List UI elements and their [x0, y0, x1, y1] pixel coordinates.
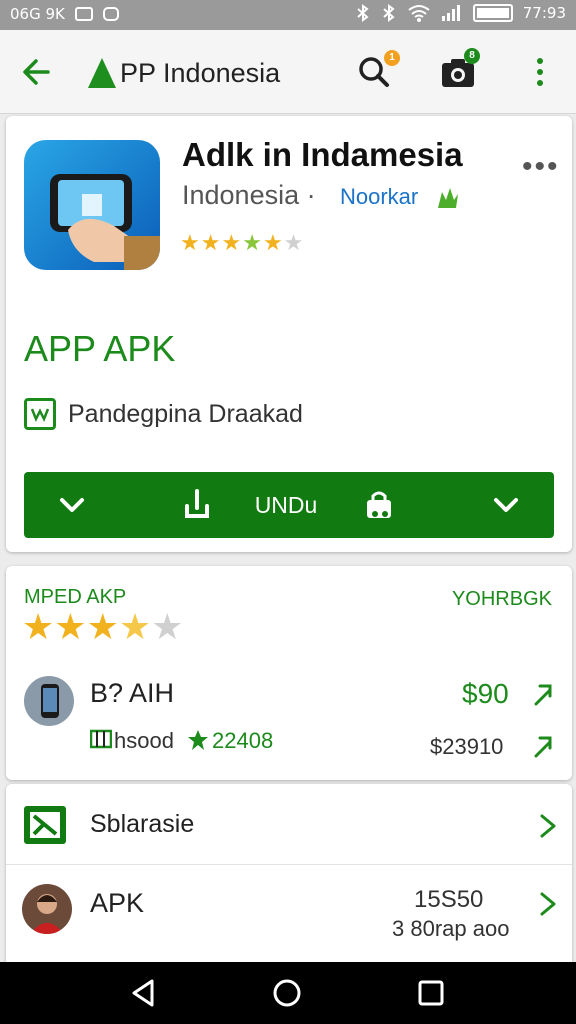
review-item-title: B? AIH — [90, 678, 175, 708]
system-nav-bar — [0, 962, 576, 1024]
back-button[interactable] — [18, 52, 58, 92]
nav-back-icon[interactable] — [126, 976, 160, 1010]
vibrate-icon — [383, 4, 395, 22]
developer-link[interactable]: Noorkar — [340, 184, 418, 210]
reviews-stars: ★★★★★ — [22, 606, 183, 648]
star-empty-icon: ★ — [151, 606, 184, 647]
grid-icon — [90, 729, 112, 749]
review-item-sub-mid: 22408 — [212, 728, 274, 753]
star-icon: ★ — [262, 230, 284, 255]
avatar — [24, 676, 74, 726]
download-button[interactable] — [172, 472, 222, 538]
chevron-down-icon — [494, 498, 518, 512]
expand-right-button[interactable] — [476, 472, 536, 538]
action-label-button[interactable]: UNDu — [242, 472, 330, 538]
star-icon: ★ — [200, 230, 222, 255]
app-rating-stars: ★★★★★★ — [180, 230, 304, 256]
list-item-title: Sblarasie — [90, 810, 195, 838]
chevron-right-icon[interactable] — [536, 890, 560, 918]
apk-heading: APP APK — [24, 328, 176, 369]
download-info-label: Pandegpina Draakad — [68, 400, 303, 428]
review-item-sub-price: $23910 — [430, 734, 504, 759]
editor-icon — [24, 806, 66, 844]
action-label: UNDu — [254, 491, 318, 518]
list-item-sub: 3 80rap aoo — [392, 916, 510, 941]
status-right: 77:93 — [355, 4, 566, 22]
chevron-right-icon[interactable] — [536, 812, 560, 840]
review-item-sub-left: hsood — [114, 728, 174, 753]
bluetooth-icon — [357, 4, 369, 22]
app-logo-icon — [88, 58, 116, 88]
app-subtitle: Indonesia · — [182, 180, 316, 210]
review-item-price: $90 — [462, 678, 509, 709]
star-icon: ★ — [180, 230, 201, 255]
bag-icon — [367, 491, 391, 518]
battery-icon — [472, 4, 513, 22]
status-time-right: 77:93 — [522, 4, 566, 22]
chevron-right-icon[interactable] — [532, 732, 556, 760]
list-item-title: APK — [90, 888, 145, 918]
package-icon — [24, 398, 56, 430]
star-icon: ★ — [22, 606, 55, 647]
phone-hand-icon — [50, 174, 160, 270]
star-icon: ★ — [242, 230, 263, 255]
app-icon — [24, 140, 160, 270]
nav-recents-icon[interactable] — [414, 976, 448, 1010]
star-icon: ★ — [86, 606, 119, 647]
action-bar: UNDu — [24, 472, 554, 538]
nav-home-icon[interactable] — [270, 976, 304, 1010]
status-left: 06G 9K — [10, 5, 119, 23]
verified-leaf-icon — [438, 188, 458, 208]
expand-left-button[interactable] — [42, 472, 102, 538]
star-empty-icon: ★ — [283, 230, 305, 255]
wifi-icon — [408, 5, 430, 22]
chevron-down-icon — [60, 498, 84, 512]
app-bar: PP Indonesia 1 8 — [0, 30, 576, 114]
app-bar-title: PP Indonesia — [120, 58, 281, 88]
camera-badge: 8 — [464, 48, 480, 64]
status-bar: 06G 9K 77:93 — [0, 0, 576, 30]
message-icon — [74, 7, 93, 21]
app-name: Adlk in Indamesia — [182, 136, 463, 173]
more-options-icon[interactable]: ••• — [522, 150, 560, 184]
download-icon — [185, 489, 209, 518]
list-item-value: 15S50 — [414, 886, 484, 913]
cart-button[interactable] — [354, 472, 404, 538]
chevron-right-icon[interactable] — [532, 680, 556, 708]
avatar — [22, 884, 72, 934]
star-outline-icon — [188, 730, 208, 750]
search-badge: 1 — [384, 50, 400, 66]
list-divider — [6, 864, 572, 865]
notification-icon — [102, 7, 119, 21]
signal-icon — [441, 5, 460, 21]
star-icon: ★ — [54, 606, 87, 647]
star-icon: ★ — [221, 230, 243, 255]
overflow-menu-icon[interactable] — [520, 52, 560, 92]
star-half-icon: ★ — [118, 606, 152, 647]
status-time-left: 06G 9K — [10, 5, 65, 23]
reviews-see-all[interactable]: YOHRBGK — [452, 588, 552, 611]
